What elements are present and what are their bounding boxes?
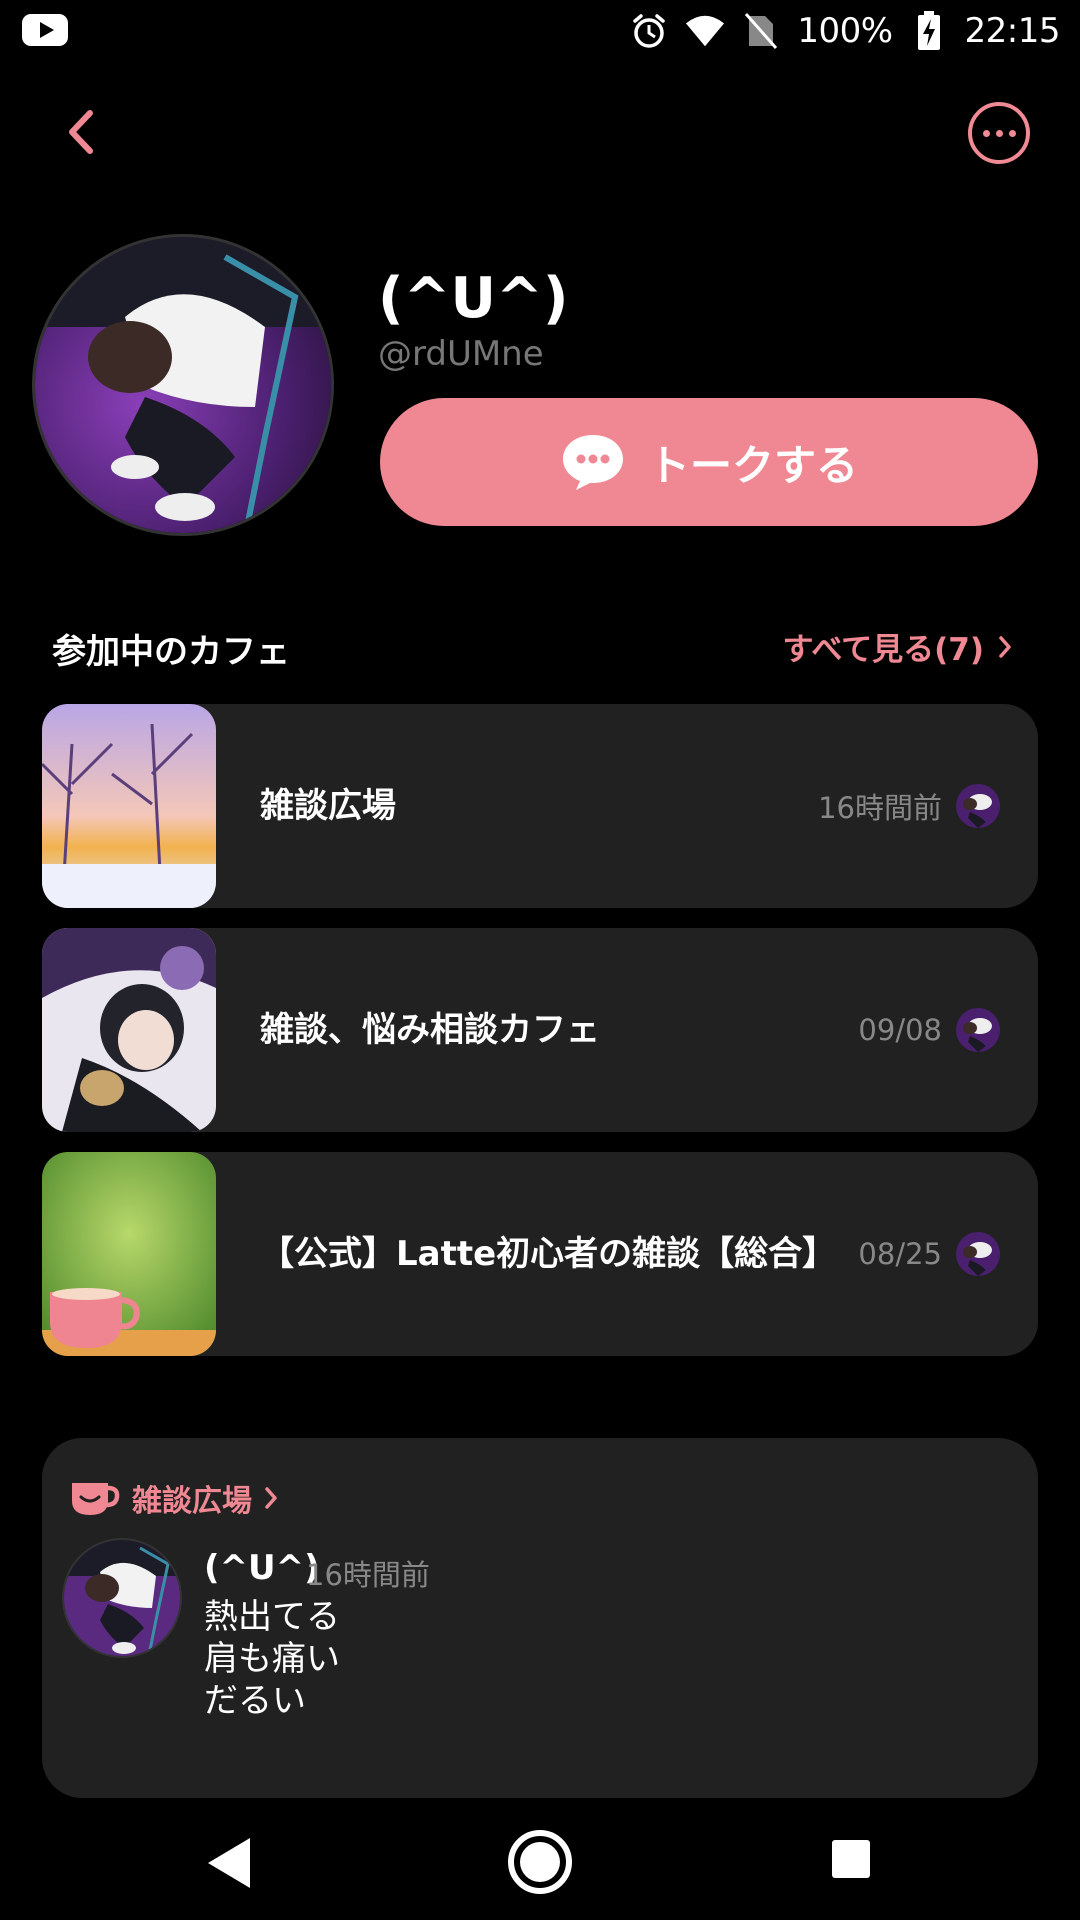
nav-recents-icon[interactable] [832,1840,870,1878]
chevron-right-icon [999,635,1011,658]
back-button[interactable] [56,104,106,160]
more-options-button[interactable] [968,102,1030,164]
status-bar: 100% 22:15 [0,0,1080,62]
cafe-thumbnail [42,1152,216,1356]
wifi-icon [685,11,725,51]
post-line: だるい [204,1681,306,1721]
talk-button[interactable]: トークする [380,398,1038,526]
cafe-member-avatar [956,1232,1000,1276]
profile-name: (^U^) [378,266,569,331]
cafe-name: 雑談広場 [260,785,396,826]
post-time: 16時間前 [306,1558,430,1592]
cafe-list-item[interactable]: 【公式】Latte初心者の雑談【総合】 08/25 [42,1152,1038,1356]
cafe-thumbnail [42,928,216,1132]
profile-handle: @rdUMne [378,334,544,374]
post-author-avatar[interactable] [62,1538,182,1658]
cafe-last-activity: 16時間前 [818,791,942,825]
post-line: 熱出てる [204,1597,340,1637]
alarm-icon [629,11,669,51]
cafe-thumbnail [42,704,216,908]
cafe-last-activity: 09/08 [858,1013,942,1047]
chevron-left-icon [69,110,93,154]
no-sim-icon [741,11,781,51]
chat-bubble-icon [562,435,623,490]
cafe-list-item[interactable]: 雑談広場 16時間前 [42,704,1038,908]
nav-back-icon[interactable] [208,1838,250,1888]
talk-button-label: トークする [647,440,858,490]
see-all-label: すべて見る(7) [782,632,985,668]
cafe-member-avatar [956,784,1000,828]
cafe-name: 【公式】Latte初心者の雑談【総合】 [260,1233,837,1274]
cafes-section-title: 参加中のカフェ [52,632,290,672]
chevron-right-icon [265,1487,277,1509]
system-navigation-bar [0,1800,1080,1920]
post-card[interactable]: 雑談広場 (^U^) 16時間前 熱出てる 肩も痛い だるい [42,1438,1038,1798]
post-cafe-name: 雑談広場 [132,1484,252,1519]
cafe-list-item[interactable]: 雑談、悩み相談カフェ 09/08 [42,928,1038,1132]
post-author-name: (^U^) [204,1548,320,1588]
cafe-last-activity: 08/25 [858,1237,942,1271]
battery-percent: 100% [797,11,893,51]
see-all-link[interactable]: すべて見る(7) [783,624,1013,669]
youtube-notification-icon [22,14,68,46]
nav-home-icon[interactable] [508,1830,572,1894]
profile-avatar[interactable] [32,234,334,536]
post-body: 熱出てる 肩も痛い だるい [204,1596,340,1722]
status-icons: 100% 22:15 [629,8,1061,54]
clock: 22:15 [964,11,1061,51]
cafe-name: 雑談、悩み相談カフェ [260,1009,600,1050]
post-line: 肩も痛い [204,1639,340,1679]
battery-charging-icon [909,11,949,51]
cafe-member-avatar [956,1008,1000,1052]
more-dots-icon [982,129,990,137]
cup-icon [72,1483,120,1515]
post-cafe-link[interactable]: 雑談広場 [70,1476,278,1520]
